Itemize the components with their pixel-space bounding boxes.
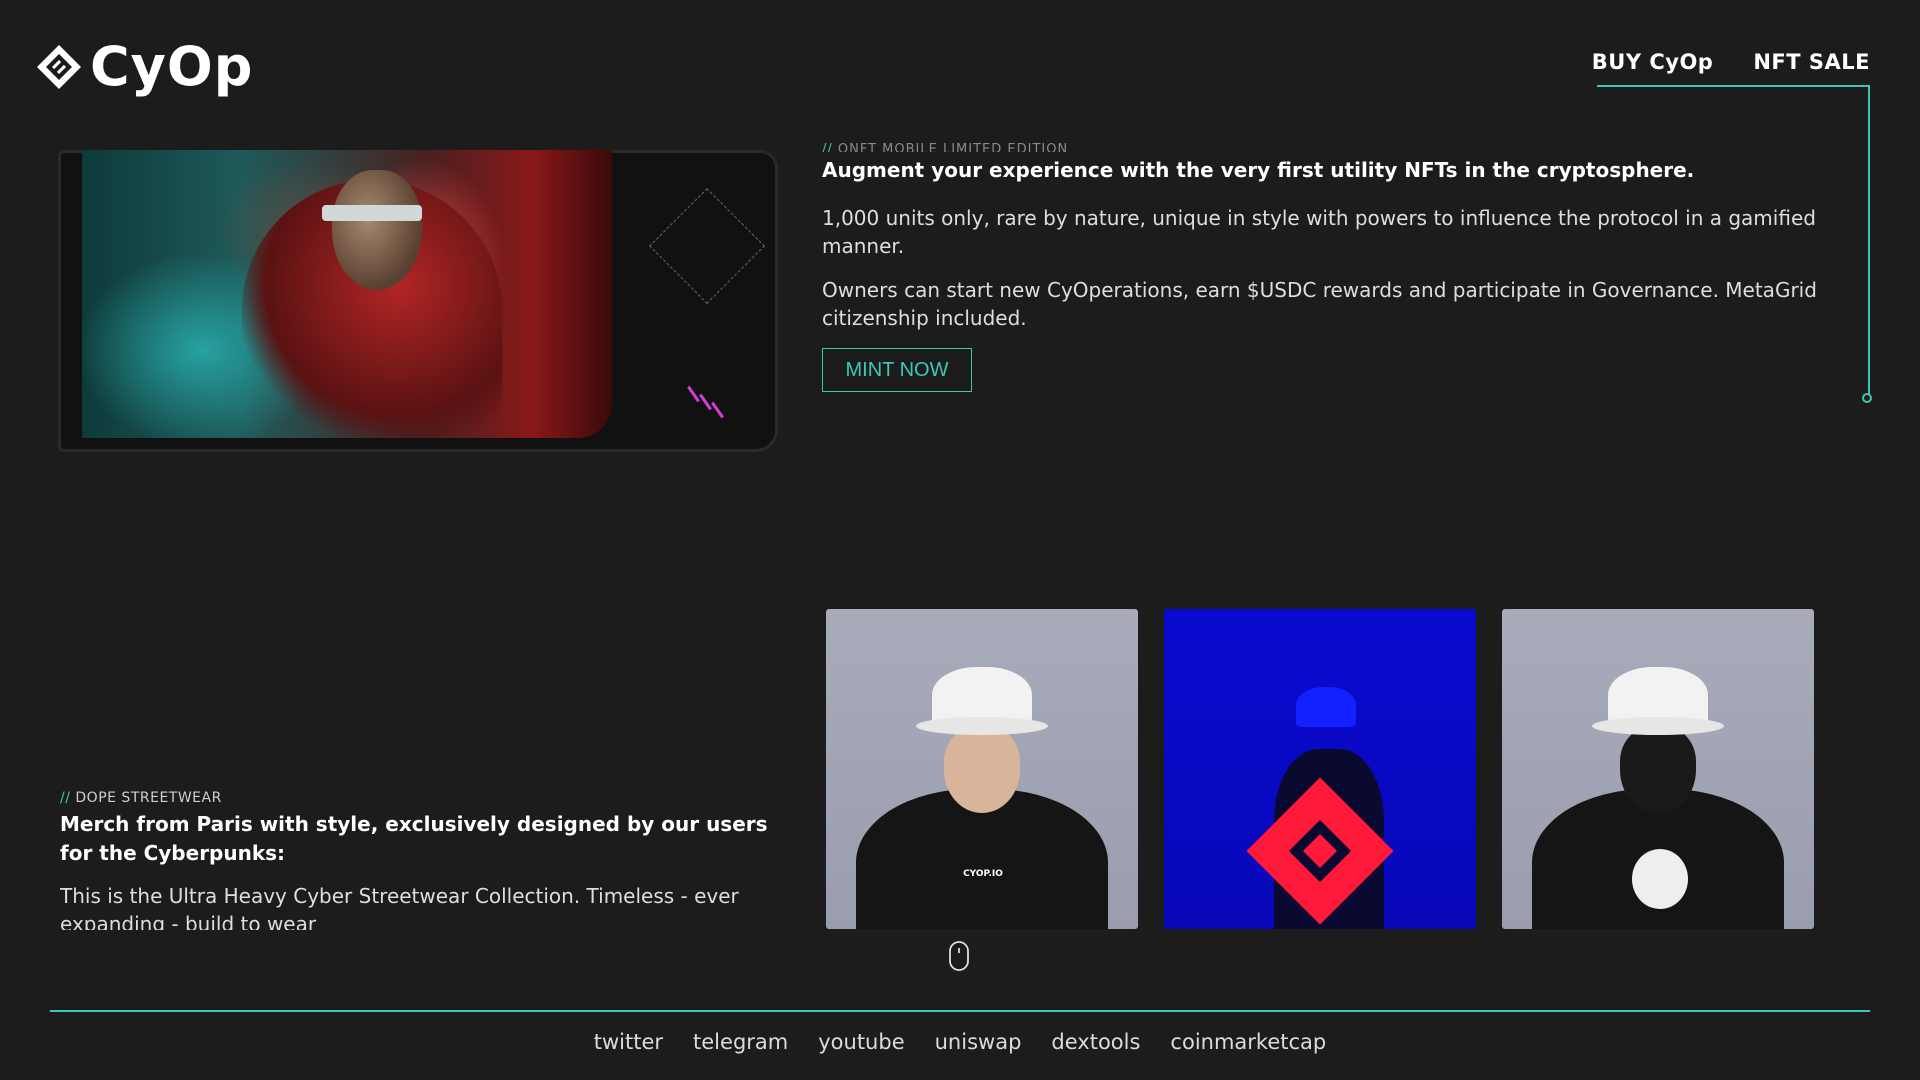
model-hair-back (1620, 727, 1696, 813)
nft-section-tag: // ONFT MOBILE LIMITED EDITION (822, 142, 1069, 152)
footer-link-telegram[interactable]: telegram (693, 1030, 788, 1054)
mint-now-button[interactable]: MINT NOW (822, 348, 972, 392)
streetwear-section-tag: // DOPE STREETWEAR (60, 790, 222, 806)
footer-divider (50, 1010, 1870, 1012)
hat-brim (916, 717, 1048, 735)
site-header: CyOp BUY CyOp NFT SALE (0, 0, 1920, 130)
hat-brim (1592, 717, 1724, 735)
energy-bar-icon (711, 401, 724, 419)
device-side-panel (628, 165, 768, 435)
merch-card-back[interactable] (1502, 609, 1814, 929)
nft-device-artwork (58, 150, 783, 455)
top-nav: BUY CyOp NFT SALE (1592, 50, 1870, 74)
merch-card-front[interactable]: CYOP.IO (826, 609, 1138, 929)
cyop-diamond-logo-icon (37, 45, 81, 89)
cyberpunk-figure-head (332, 170, 422, 290)
device-screen-image (82, 150, 612, 438)
mouse-scroll-icon[interactable] (949, 941, 969, 973)
cyberpunk-visor (322, 205, 422, 221)
streetwear-section-paragraph: This is the Ultra Heavy Cyber Streetwear… (60, 884, 739, 930)
hoodie-print-text: CYOP.IO (963, 869, 1003, 879)
nft-section-paragraph-1: 1,000 units only, rare by nature, unique… (822, 206, 1816, 258)
energy-bar-icon (699, 393, 712, 411)
nft-section-headline: Augment your experience with the very fi… (822, 158, 1695, 182)
footer-link-uniswap[interactable]: uniswap (935, 1030, 1022, 1054)
nft-section-paragraph-2: Owners can start new CyOperations, earn … (822, 278, 1817, 330)
hoodie-back-print (1632, 849, 1688, 909)
nav-nft-sale[interactable]: NFT SALE (1753, 50, 1870, 74)
nav-accent-vertical-line (1868, 85, 1870, 395)
nav-buy-cyop[interactable]: BUY CyOp (1592, 50, 1714, 74)
brand-name: CyOp (90, 35, 254, 98)
footer-link-youtube[interactable]: youtube (818, 1030, 904, 1054)
merch-card-blue[interactable] (1164, 609, 1476, 929)
nav-accent-line (1597, 85, 1870, 87)
nav-accent-dot (1862, 393, 1872, 403)
energy-bar-icon (687, 385, 700, 403)
footer-links: twitter telegram youtube uniswap dextool… (0, 1030, 1920, 1054)
footer-link-twitter[interactable]: twitter (594, 1030, 663, 1054)
blue-bucket-hat (1296, 687, 1356, 727)
footer-link-coinmarketcap[interactable]: coinmarketcap (1170, 1030, 1326, 1054)
streetwear-section-headline: Merch from Paris with style, exclusively… (60, 812, 768, 865)
upgrade-diamond-icon (649, 188, 765, 304)
model-face (944, 727, 1020, 813)
footer-link-dextools[interactable]: dextools (1051, 1030, 1140, 1054)
brand-logo[interactable]: CyOp (36, 40, 253, 94)
